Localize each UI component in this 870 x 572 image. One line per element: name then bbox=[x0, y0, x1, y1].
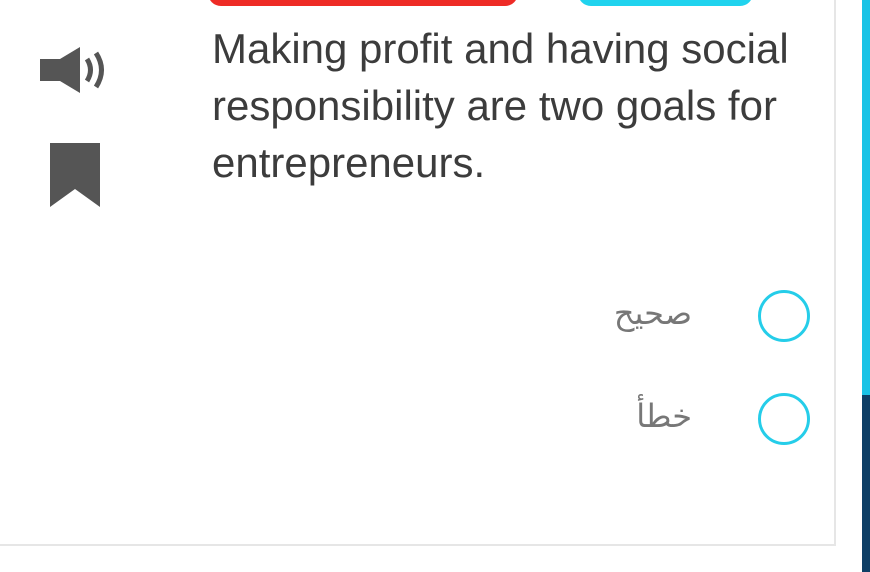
option-false[interactable]: خطأ bbox=[560, 391, 810, 447]
right-edge-strip-dark bbox=[862, 395, 870, 572]
radio-button[interactable] bbox=[758, 290, 810, 342]
question-card: Making profit and having social responsi… bbox=[0, 0, 836, 546]
option-label: صحيح bbox=[613, 294, 692, 332]
radio-button[interactable] bbox=[758, 393, 810, 445]
speaker-icon[interactable] bbox=[38, 45, 118, 95]
option-true[interactable]: صحيح bbox=[560, 288, 810, 344]
option-label: خطأ bbox=[636, 397, 692, 435]
right-edge-strip-cyan bbox=[862, 0, 870, 395]
question-text: Making profit and having social responsi… bbox=[212, 25, 789, 186]
top-red-button[interactable] bbox=[208, 0, 518, 6]
top-cyan-button[interactable] bbox=[578, 0, 753, 6]
bookmark-icon[interactable] bbox=[50, 143, 100, 207]
